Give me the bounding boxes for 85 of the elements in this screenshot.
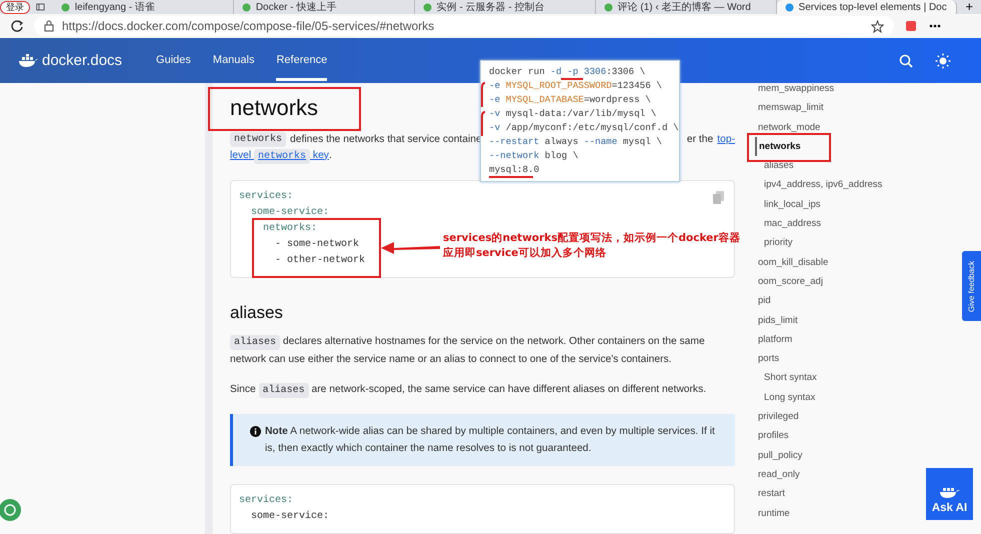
toc-link[interactable]: platform <box>755 330 792 350</box>
info-icon <box>250 426 261 437</box>
site-logo[interactable]: docker.docs <box>42 52 122 69</box>
code-line: -e MYSQL_DATABASE=wordpress \ <box>489 94 651 106</box>
code-line: --network blog \ <box>489 150 578 162</box>
browser-tab[interactable]: Services top-level elements | Doc <box>776 0 958 14</box>
tab-list-icon[interactable] <box>36 2 45 12</box>
nav-link[interactable]: Guides <box>156 40 191 81</box>
underline-mark <box>489 176 533 179</box>
toc-link[interactable]: aliases <box>755 156 794 176</box>
url-text: https://docs.docker.com/compose/compose-file/05-services/#networks <box>62 19 436 33</box>
code-line: -v mysql-data:/var/lib/mysql \ <box>489 108 656 120</box>
site-icon <box>784 2 794 12</box>
toc-link[interactable]: mem_swappiness <box>755 83 834 98</box>
toc-link[interactable]: pids_limit <box>755 310 798 330</box>
code-line: - some-network <box>275 238 360 252</box>
toc-link[interactable]: Long syntax <box>755 388 816 408</box>
punctuation: . <box>328 150 332 162</box>
tab-title: leifengyang - 语雀 <box>74 0 155 14</box>
code-line: -e MYSQL_ROOT_PASSWORD=123456 \ <box>489 80 662 92</box>
code-line: mysql:8.0 <box>489 164 540 176</box>
bracket-mark <box>481 111 486 137</box>
toc-link[interactable]: ports <box>755 349 780 368</box>
feedback-button[interactable]: Give feedback <box>962 251 981 321</box>
whale-icon <box>18 54 38 68</box>
toc-link[interactable]: oom_kill_disable <box>755 252 828 272</box>
extension-icon[interactable] <box>904 19 918 33</box>
toc-link[interactable]: Short syntax <box>755 368 817 388</box>
toc-link[interactable]: pull_policy <box>755 446 802 465</box>
sun-icon[interactable] <box>935 52 951 68</box>
toc-link[interactable]: networks <box>755 136 801 156</box>
lock-icon <box>44 20 54 32</box>
refresh-icon[interactable] <box>10 19 24 33</box>
site-icon <box>242 2 251 12</box>
toc-link[interactable]: link_local_ips <box>755 194 821 214</box>
underline-mark <box>561 78 583 80</box>
site-icon <box>604 2 613 12</box>
code-line: docker run -d -p 3306:3306 \ <box>489 66 646 78</box>
toc-link[interactable]: read_only <box>755 464 800 484</box>
code-line: services: <box>239 190 294 204</box>
code-line: -v /app/myconf:/etc/mysql/conf.d \ <box>489 122 679 134</box>
toc-link[interactable]: network_mode <box>755 118 820 137</box>
code-line: --restart always --name mysql \ <box>489 136 662 148</box>
toc-link[interactable]: mac_address <box>755 214 822 234</box>
toc-link[interactable]: oom_score_adj <box>755 272 823 292</box>
code-line: networks: <box>263 222 318 236</box>
new-tab-button[interactable]: + <box>957 0 981 14</box>
nav-link[interactable]: Manuals <box>212 40 254 81</box>
tab-title: 评论 (1) ‹ 老王的博客 — Word <box>618 0 751 14</box>
paragraph-text: er the <box>686 134 714 145</box>
site-icon <box>60 2 70 12</box>
inline-code: networks <box>230 132 286 147</box>
bracket-mark <box>481 82 486 108</box>
link[interactable]: top- <box>717 134 735 145</box>
tab-title: 实例 - 云服务器 - 控制台 <box>436 0 544 14</box>
toc-link[interactable]: priority <box>755 233 793 253</box>
whale-icon <box>938 485 960 499</box>
code-line: - other-network <box>275 254 366 268</box>
section-heading: aliases <box>230 303 283 323</box>
code-line: some-service: <box>251 206 330 220</box>
page-heading: networks <box>230 95 318 121</box>
login-button[interactable]: 登录 <box>0 1 30 14</box>
note-text: Note A network-wide alias can be shared by multiple containers, and even by multiple services. If it is, then exactly which container the name resolves to is not guaranteed. <box>265 425 716 456</box>
code-line: services: <box>239 494 294 508</box>
site-icon <box>422 2 432 12</box>
tab-title: Docker - 快速上手 <box>256 0 336 14</box>
annotation-text: services的networks配置项写法，如示例一个docker容器应用即service可以加入多个网络 <box>443 231 742 261</box>
toc-link[interactable]: privileged <box>755 407 799 426</box>
address-bar[interactable]: https://docs.docker.com/compose/compose-file/05-services/#networks <box>34 16 894 36</box>
toc-link[interactable]: runtime <box>755 504 790 523</box>
code-line: some-service: <box>251 510 330 524</box>
paragraph-text: defines the networks that service containe <box>290 134 482 145</box>
tab-title: Services top-level elements | Doc <box>798 2 947 12</box>
toc-link[interactable]: ipv4_address, ipv6_address <box>755 175 882 195</box>
ask-ai-button[interactable]: Ask AI <box>926 468 973 520</box>
paragraph: aliases declares alternative hostnames for the service on the network. Other containers on the same network can use either the service name or an alias to connect to one of the service's containers. <box>230 334 706 367</box>
paragraph: Since aliases are network-scoped, the same service can have different aliases on different networks. <box>230 382 708 399</box>
flower-icon[interactable] <box>0 498 22 522</box>
toc-link[interactable]: pid <box>755 291 771 311</box>
search-icon[interactable] <box>899 54 913 68</box>
star-icon[interactable] <box>871 20 884 32</box>
nav-link[interactable]: Reference <box>276 40 328 81</box>
toc-link[interactable]: profiles <box>755 426 789 446</box>
toc-link[interactable]: memswap_limit <box>755 98 824 118</box>
toc-link[interactable]: restart <box>755 484 785 504</box>
